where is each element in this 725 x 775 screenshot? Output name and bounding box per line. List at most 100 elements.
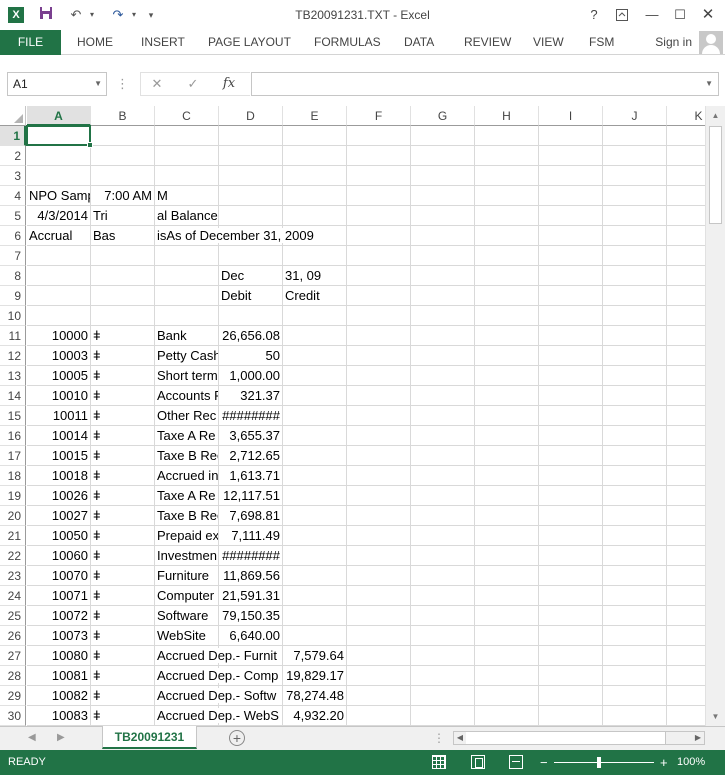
cell-b12[interactable]: ǂ [91,346,155,366]
expand-formula-bar-icon[interactable]: ▼ [705,73,713,95]
cell-i16[interactable] [539,426,603,446]
minimize-icon[interactable]: — [638,4,666,26]
cell-d17[interactable]: 2,712.65 [219,446,283,466]
cell-c23[interactable]: Furniture [155,566,219,586]
row-header-4[interactable]: 4 [0,186,26,206]
cell-j23[interactable] [603,566,667,586]
cell-g12[interactable] [411,346,475,366]
spreadsheet-grid[interactable]: A B C D E F G H I J K 1 2 3 4 NPO Samp 7:00 AM M 5 4/3/2014… [0,106,705,726]
cell-j20[interactable] [603,506,667,526]
cell-j3[interactable] [603,166,667,186]
cell-i24[interactable] [539,586,603,606]
cell-g16[interactable] [411,426,475,446]
cell-f26[interactable] [347,626,411,646]
cell-b16[interactable]: ǂ [91,426,155,446]
cell-k21[interactable] [667,526,705,546]
next-sheet-icon[interactable]: ▶ [57,727,65,749]
row-header-24[interactable]: 24 [0,586,26,606]
cell-d10[interactable] [219,306,283,326]
cell-h15[interactable] [475,406,539,426]
cell-j29[interactable] [603,686,667,706]
cell-i5[interactable] [539,206,603,226]
zoom-slider-thumb[interactable] [597,757,601,768]
cell-f24[interactable] [347,586,411,606]
cell-i27[interactable] [539,646,603,666]
zoom-level[interactable]: 100% [677,750,705,775]
vertical-scrollbar[interactable]: ▲ ▼ [705,106,725,726]
cell-a24[interactable]: 10071 [27,586,91,606]
cell-f11[interactable] [347,326,411,346]
enter-icon[interactable]: ✓ [182,72,204,96]
cell-e9[interactable]: Credit [283,286,347,306]
cell-b11[interactable]: ǂ [91,326,155,346]
cell-d18[interactable]: 1,613.71 [219,466,283,486]
cell-g20[interactable] [411,506,475,526]
cell-k25[interactable] [667,606,705,626]
cell-h19[interactable] [475,486,539,506]
cell-c6[interactable]: isAs of December 31, 2009 [155,226,314,246]
cell-a8[interactable] [27,266,91,286]
cell-i11[interactable] [539,326,603,346]
cell-b9[interactable] [91,286,155,306]
cell-j22[interactable] [603,546,667,566]
cell-k8[interactable] [667,266,705,286]
cell-f29[interactable] [347,686,411,706]
cell-b10[interactable] [91,306,155,326]
cell-d2[interactable] [219,146,283,166]
cell-e3[interactable] [283,166,347,186]
more-icon[interactable]: ⋮ [433,727,445,749]
row-header-17[interactable]: 17 [0,446,26,466]
cell-a27[interactable]: 10080 [27,646,91,666]
cell-a18[interactable]: 10018 [27,466,91,486]
cell-f12[interactable] [347,346,411,366]
cell-k22[interactable] [667,546,705,566]
cell-f8[interactable] [347,266,411,286]
cell-h13[interactable] [475,366,539,386]
cell-d12[interactable]: 50 [219,346,283,366]
cell-f2[interactable] [347,146,411,166]
cell-h17[interactable] [475,446,539,466]
row-header-14[interactable]: 14 [0,386,26,406]
row-header-7[interactable]: 7 [0,246,26,266]
cell-j26[interactable] [603,626,667,646]
cell-i18[interactable] [539,466,603,486]
cell-h11[interactable] [475,326,539,346]
cell-h7[interactable] [475,246,539,266]
row-header-28[interactable]: 28 [0,666,26,686]
cell-g28[interactable] [411,666,475,686]
cell-c2[interactable] [155,146,219,166]
cell-c15[interactable]: Other Rec [155,406,219,426]
cell-f15[interactable] [347,406,411,426]
cell-f7[interactable] [347,246,411,266]
active-cell-outline[interactable] [26,125,93,148]
cell-e25[interactable] [283,606,347,626]
cell-f23[interactable] [347,566,411,586]
tab-file[interactable]: FILE [0,30,61,55]
cell-k6[interactable] [667,226,705,246]
cell-g6[interactable] [411,226,475,246]
cell-b19[interactable]: ǂ [91,486,155,506]
cell-e8[interactable]: 31, 09 [283,266,347,286]
vertical-scroll-thumb[interactable] [709,126,722,224]
cell-j28[interactable] [603,666,667,686]
select-all-button[interactable] [0,106,26,126]
cell-a5[interactable]: 4/3/2014 [27,206,91,226]
cell-h21[interactable] [475,526,539,546]
help-icon[interactable]: ? [580,4,608,26]
tab-page-layout[interactable]: PAGE LAYOUT [208,30,291,54]
cell-f10[interactable] [347,306,411,326]
cell-c10[interactable] [155,306,219,326]
sheet-tab-tb20091231[interactable]: TB20091231 [102,726,197,749]
cell-h5[interactable] [475,206,539,226]
cell-c7[interactable] [155,246,219,266]
cell-k23[interactable] [667,566,705,586]
cell-f5[interactable] [347,206,411,226]
cell-a13[interactable]: 10005 [27,366,91,386]
cell-k3[interactable] [667,166,705,186]
cell-d25[interactable]: 79,150.35 [219,606,283,626]
cell-b3[interactable] [91,166,155,186]
cell-f30[interactable] [347,706,411,726]
cell-h1[interactable] [475,126,539,146]
cell-c26[interactable]: WebSite [155,626,219,646]
cell-j24[interactable] [603,586,667,606]
